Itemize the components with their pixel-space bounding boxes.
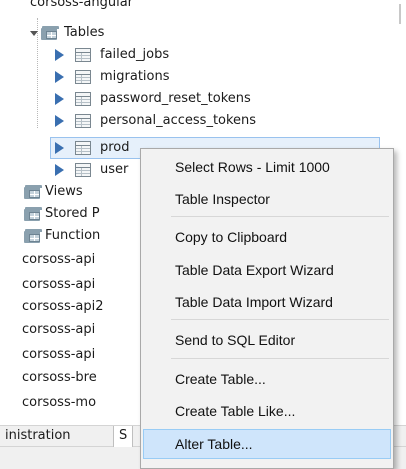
menu-item-create-table-like[interactable]: Create Table Like... <box>143 397 391 425</box>
folder-icon <box>24 229 42 243</box>
tree-node-tables-folder[interactable]: Tables <box>0 22 395 44</box>
triangle-right-icon[interactable] <box>55 71 64 83</box>
tree-node-table[interactable]: personal_access_tokens <box>0 110 395 132</box>
tab-schemas[interactable]: S <box>113 426 134 447</box>
table-icon <box>75 92 91 106</box>
menu-item-copy-to-clipboard[interactable]: Copy to Clipboard <box>143 223 391 251</box>
stored-procedures-folder-label: Stored P <box>45 206 100 221</box>
menu-separator <box>171 319 389 320</box>
menu-item-label: Create Table... <box>175 371 266 387</box>
menu-item-alter-table[interactable]: Alter Table... <box>143 429 391 459</box>
menu-item-label: Alter Table... <box>175 436 253 452</box>
table-icon <box>75 114 91 128</box>
triangle-right-icon[interactable] <box>55 115 64 127</box>
schema-label: corsoss-api <box>22 322 96 337</box>
tree-node-table[interactable]: migrations <box>0 66 395 88</box>
table-label: user <box>100 162 129 177</box>
tab-administration[interactable]: inistration <box>0 426 76 447</box>
triangle-right-icon[interactable] <box>55 93 64 105</box>
menu-item-label: Table Inspector <box>175 191 270 207</box>
tree-node-table[interactable]: failed_jobs <box>0 44 395 66</box>
menu-separator <box>171 216 389 217</box>
tree-node-schema-top[interactable]: corsoss-angular <box>0 0 395 14</box>
table-label: prod <box>100 140 130 155</box>
menu-item-table-data-import-wizard[interactable]: Table Data Import Wizard <box>143 288 391 316</box>
menu-item-table-inspector[interactable]: Table Inspector <box>143 185 391 213</box>
menu-item-send-to-sql-editor[interactable]: Send to SQL Editor <box>143 326 391 354</box>
folder-icon <box>24 185 42 199</box>
table-label: failed_jobs <box>100 47 170 62</box>
menu-item-table-data-export-wizard[interactable]: Table Data Export Wizard <box>143 256 391 284</box>
triangle-right-icon[interactable] <box>55 164 64 176</box>
schema-label: corsoss-api <box>22 347 96 362</box>
tables-folder-label: Tables <box>64 25 105 40</box>
table-label: migrations <box>100 69 170 84</box>
table-icon <box>75 70 91 84</box>
schema-label: corsoss-mo <box>22 395 97 406</box>
menu-item-label: Table Data Export Wizard <box>175 262 334 278</box>
menu-item-select-rows[interactable]: Select Rows - Limit 1000 <box>143 153 391 181</box>
triangle-right-icon[interactable] <box>55 49 64 61</box>
triangle-right-icon[interactable] <box>55 142 64 154</box>
table-icon <box>75 141 91 155</box>
menu-item-label: Copy to Clipboard <box>175 229 288 245</box>
menu-separator <box>171 358 389 359</box>
menu-item-label: Create Table Like... <box>175 403 296 419</box>
menu-item-label: Table Data Import Wizard <box>175 294 333 310</box>
schema-label: corsoss-api <box>22 252 96 267</box>
table-label: personal_access_tokens <box>100 113 257 128</box>
folder-icon <box>41 26 59 40</box>
schema-label: corsoss-bre <box>22 370 97 385</box>
context-menu: Select Rows - Limit 1000 Table Inspector… <box>140 148 394 469</box>
schema-label: corsoss-angular <box>30 0 134 10</box>
tree-node-table[interactable]: password_reset_tokens <box>0 88 395 110</box>
schema-label: corsoss-api2 <box>22 299 104 314</box>
table-icon <box>75 163 91 177</box>
folder-icon <box>24 207 42 221</box>
vertical-scrollbar[interactable] <box>395 0 406 425</box>
scrollbar-thumb[interactable] <box>399 4 401 24</box>
functions-folder-label: Function <box>45 228 101 243</box>
chevron-down-icon[interactable] <box>30 31 38 36</box>
views-folder-label: Views <box>45 184 83 199</box>
menu-item-create-table[interactable]: Create Table... <box>143 365 391 393</box>
table-label: password_reset_tokens <box>100 91 251 106</box>
menu-item-label: Select Rows - Limit 1000 <box>175 159 330 175</box>
menu-item-label: Send to SQL Editor <box>175 332 296 348</box>
table-icon <box>75 48 91 62</box>
schema-label: corsoss-api <box>22 277 96 292</box>
